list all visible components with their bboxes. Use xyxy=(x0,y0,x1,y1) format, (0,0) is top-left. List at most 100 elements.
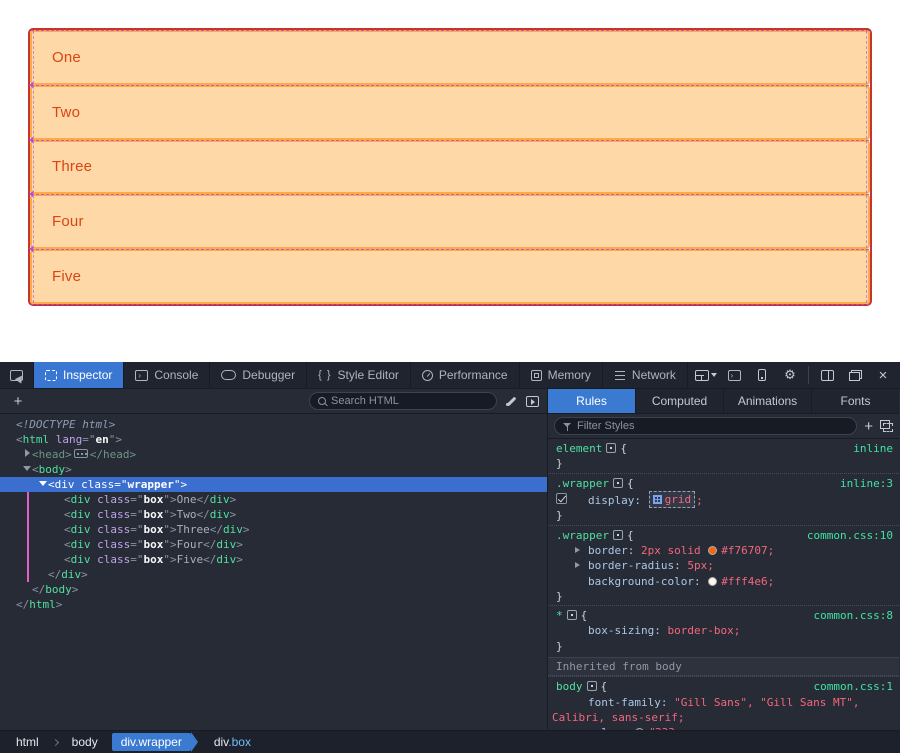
close-brace: } xyxy=(556,457,563,470)
breadcrumb-item[interactable]: body xyxy=(66,733,104,751)
css-declaration[interactable]: background-color: #fff4e6; xyxy=(548,574,899,589)
markup-node[interactable]: </body> xyxy=(0,582,547,597)
expand-arrow-down-icon[interactable] xyxy=(22,462,32,477)
expand-arrow-right-icon[interactable] xyxy=(575,562,580,568)
sidebar-tab-animations[interactable]: Animations xyxy=(724,389,812,413)
tab-memory[interactable]: Memory xyxy=(520,362,603,388)
tab-inspector[interactable]: Inspector xyxy=(34,362,124,388)
markup-node[interactable]: </html> xyxy=(0,597,547,612)
filter-row: + xyxy=(548,414,899,439)
property-value: ; xyxy=(768,544,775,557)
css-declaration[interactable]: border: 2px solid #f76707; xyxy=(548,543,899,558)
markup-token: "> xyxy=(163,508,176,521)
color-swatch[interactable] xyxy=(708,577,717,586)
eyedropper-icon[interactable] xyxy=(505,395,518,408)
declaration-checkbox[interactable] xyxy=(556,493,567,504)
selector-highlighter-icon[interactable] xyxy=(567,610,577,620)
filter-styles-box[interactable] xyxy=(554,417,857,435)
expand-arrow-right-icon[interactable] xyxy=(22,447,32,462)
markup-token: < xyxy=(64,553,71,566)
responsive-mode-button[interactable] xyxy=(749,362,775,388)
breadcrumb-item[interactable]: div.box xyxy=(208,733,257,751)
paint-flashing-icon[interactable] xyxy=(526,396,539,407)
markup-token: html xyxy=(23,433,50,446)
sidebar-tab-label: Rules xyxy=(576,394,607,408)
breadcrumb-item[interactable]: html xyxy=(10,733,45,751)
css-declaration[interactable]: display: grid; xyxy=(548,491,899,508)
markup-node[interactable]: <div class="box">Three</div> xyxy=(0,522,547,537)
chevron-right-icon xyxy=(52,738,59,745)
css-declaration[interactable]: font-family: "Gill Sans", "Gill Sans MT"… xyxy=(548,695,899,710)
markup-node[interactable]: <!DOCTYPE html> xyxy=(0,417,547,432)
markup-node[interactable]: </div> xyxy=(0,567,547,582)
markup-token: "> xyxy=(163,538,176,551)
markup-node[interactable]: <head></head> xyxy=(0,447,547,462)
settings-button[interactable]: ⚙ xyxy=(777,362,803,388)
rule-source-link[interactable]: inline xyxy=(853,441,893,456)
markup-token: > xyxy=(65,463,72,476)
markup-token: div xyxy=(223,523,243,536)
markup-node[interactable]: <html lang="en"> xyxy=(0,432,547,447)
rule-source-link[interactable]: common.css:1 xyxy=(814,679,893,694)
sidebar-tab-fonts[interactable]: Fonts xyxy=(812,389,899,413)
search-icon xyxy=(318,397,326,405)
css-rule: *{common.css:8box-sizing: border-box;} xyxy=(548,605,899,655)
filter-styles-input[interactable] xyxy=(577,420,848,432)
rule-selector[interactable]: element xyxy=(556,442,602,455)
markup-token: class xyxy=(97,493,130,506)
sidebar-tab-computed[interactable]: Computed xyxy=(636,389,724,413)
selector-highlighter-icon[interactable] xyxy=(587,681,597,691)
rule-source-link[interactable]: common.css:8 xyxy=(814,608,893,623)
close-button[interactable]: × xyxy=(870,362,896,388)
markup-token: div xyxy=(71,508,91,521)
tab-console[interactable]: ›Console xyxy=(124,362,210,388)
expand-arrow-down-icon[interactable] xyxy=(38,477,48,492)
search-html-box[interactable] xyxy=(309,392,497,410)
tab-style-editor[interactable]: { }Style Editor xyxy=(307,362,411,388)
grid-highlighter-badge[interactable]: grid xyxy=(649,491,696,508)
rule-source-link[interactable]: inline:3 xyxy=(840,476,893,491)
markup-token: < xyxy=(64,523,71,536)
css-declaration[interactable]: color: #333; xyxy=(548,725,899,730)
pick-element-button[interactable] xyxy=(0,362,34,388)
rule-selector[interactable]: .wrapper xyxy=(556,529,609,542)
rule-selector[interactable]: .wrapper xyxy=(556,477,609,490)
split-console-button[interactable]: › xyxy=(721,362,747,388)
rule-selector[interactable]: body xyxy=(556,680,583,693)
add-rule-button[interactable]: + xyxy=(864,418,873,435)
color-swatch[interactable] xyxy=(708,546,717,555)
selector-highlighter-icon[interactable] xyxy=(613,478,623,488)
markup-token: > xyxy=(81,568,88,581)
add-node-button[interactable]: + xyxy=(8,393,28,410)
iframe-picker-button[interactable] xyxy=(693,362,719,388)
tab-debugger[interactable]: Debugger xyxy=(210,362,307,388)
dock-side-button[interactable] xyxy=(814,362,840,388)
markup-node-selected[interactable]: <div class="wrapper"> xyxy=(0,477,547,492)
rule-source-link[interactable]: common.css:10 xyxy=(807,528,893,543)
markup-node[interactable]: <div class="box">Five</div> xyxy=(0,552,547,567)
property-value: ; xyxy=(734,624,741,637)
sidebar-tab-label: Animations xyxy=(738,394,797,408)
markup-node[interactable]: <div class="box">Four</div> xyxy=(0,537,547,552)
css-declaration[interactable]: border-radius: 5px; xyxy=(548,558,899,573)
separate-window-button[interactable] xyxy=(842,362,868,388)
tab-performance[interactable]: Performance xyxy=(411,362,520,388)
expand-arrow-right-icon[interactable] xyxy=(575,547,580,553)
css-declaration[interactable]: box-sizing: border-box; xyxy=(548,623,899,638)
selector-highlighter-icon[interactable] xyxy=(606,443,616,453)
markup-node[interactable]: <body> xyxy=(0,462,547,477)
sidebar-tab-rules[interactable]: Rules xyxy=(548,389,636,413)
tab-network[interactable]: Network xyxy=(603,362,688,388)
markup-token: class xyxy=(97,553,130,566)
pick-element-icon xyxy=(10,370,23,381)
network-icon xyxy=(614,371,626,380)
markup-node[interactable]: <div class="box">One</div> xyxy=(0,492,547,507)
selector-highlighter-icon[interactable] xyxy=(613,530,623,540)
breadcrumb-item-active[interactable]: div.wrapper xyxy=(112,733,191,751)
rule-selector[interactable]: * xyxy=(556,609,563,622)
color-swatch[interactable] xyxy=(635,728,644,730)
markup-node[interactable]: <div class="box">Two</div> xyxy=(0,507,547,522)
search-html-input[interactable] xyxy=(331,395,488,407)
pseudo-class-panel-icon[interactable] xyxy=(880,420,893,432)
collapsed-content-badge[interactable] xyxy=(74,449,88,458)
